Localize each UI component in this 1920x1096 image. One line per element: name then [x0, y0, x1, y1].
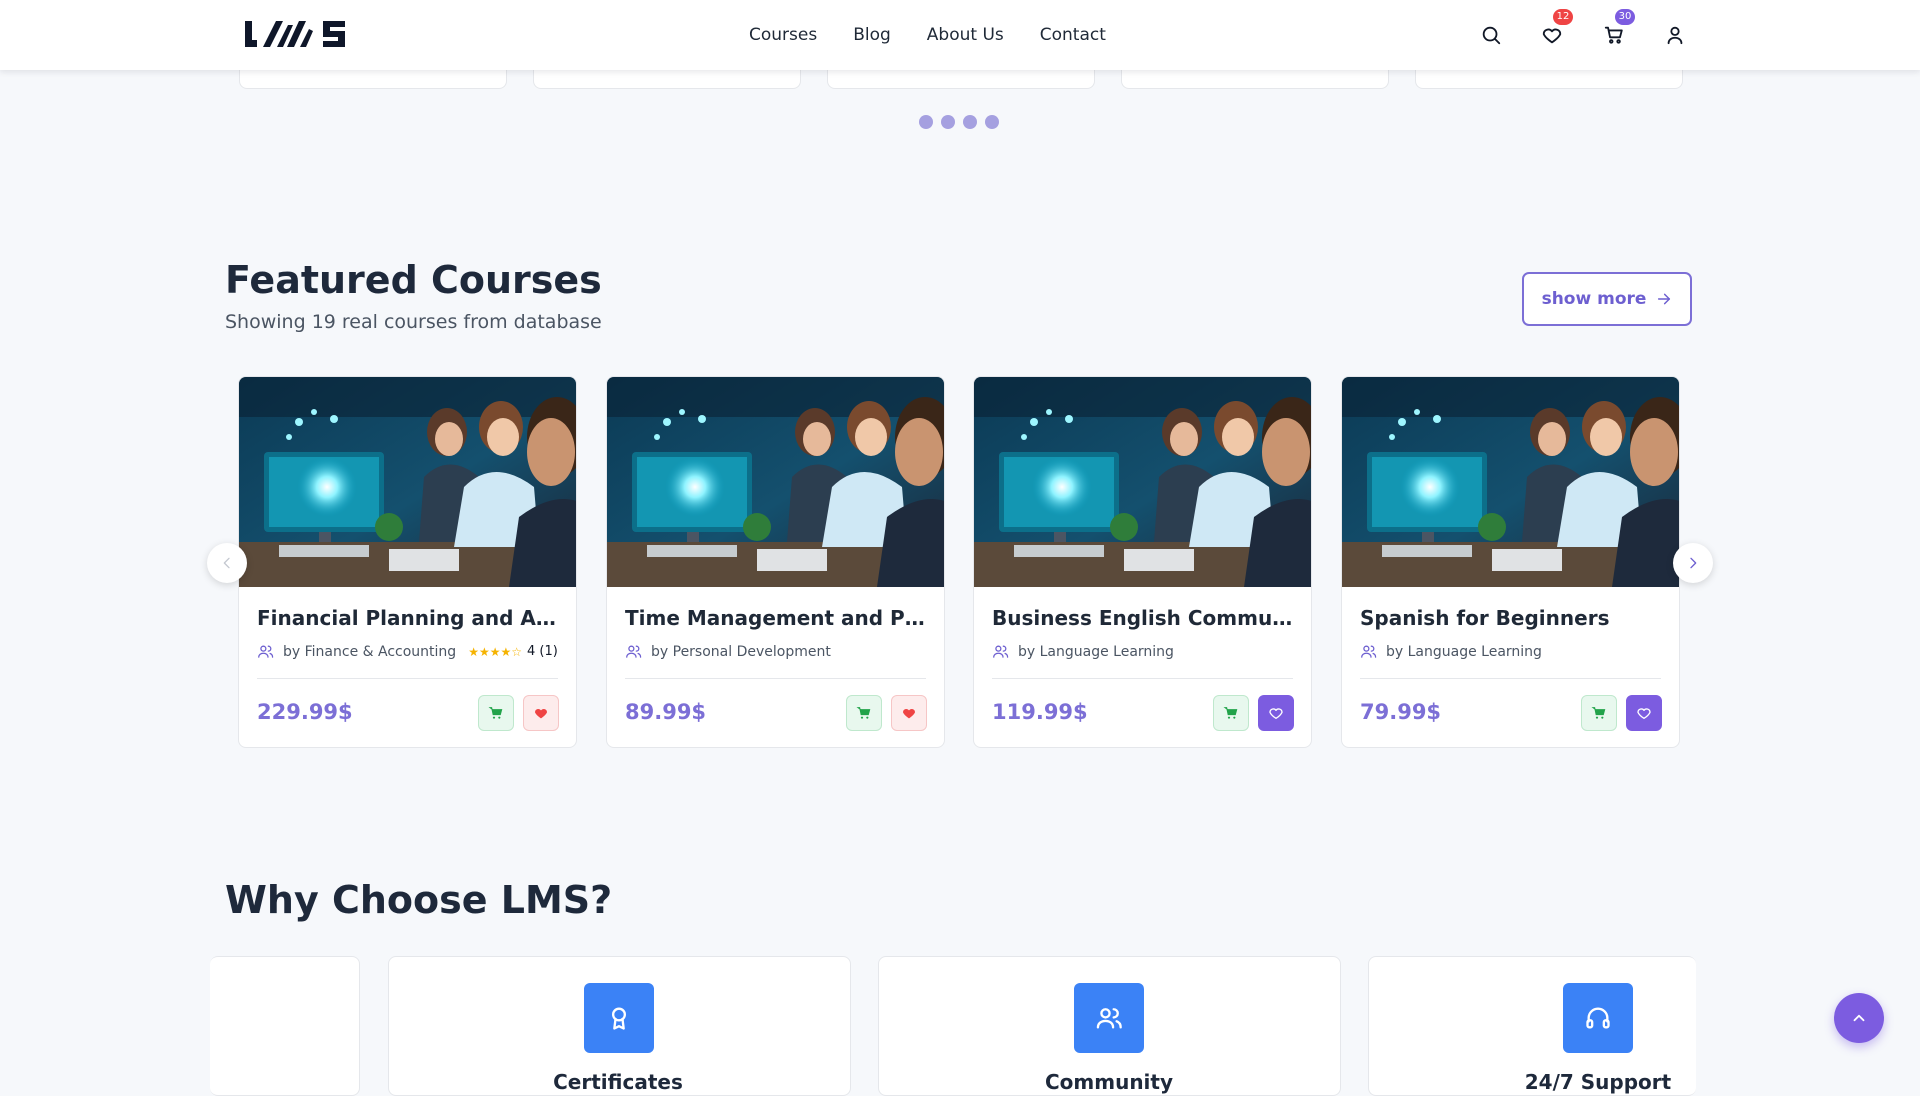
course-thumbnail: [1342, 377, 1679, 587]
course-card[interactable]: Time Management and Productivity by Pers…: [606, 376, 945, 748]
course-title[interactable]: Time Management and Productivity: [625, 605, 930, 631]
course-title[interactable]: Spanish for Beginners: [1360, 605, 1665, 631]
add-to-cart-button[interactable]: [1581, 695, 1617, 731]
course-meta: by Language Learning: [992, 643, 1174, 660]
show-more-label: show more: [1541, 289, 1647, 309]
course-meta: by Finance & Accounting ★★★★☆ 4 (1): [257, 643, 558, 660]
course-meta: by Language Learning: [1360, 643, 1542, 660]
course-category: by Language Learning: [1018, 643, 1174, 660]
headphones-icon: [1563, 983, 1633, 1053]
heart-outline-icon: [1269, 708, 1283, 719]
feature-label: Certificates: [553, 1070, 683, 1094]
users-icon: [626, 645, 642, 658]
feature-label: Community: [1044, 1070, 1174, 1094]
wishlisted-button[interactable]: [1258, 695, 1294, 731]
wishlist-button[interactable]: 12: [1539, 9, 1573, 48]
featured-courses-subtitle: Showing 19 real courses from database: [225, 311, 602, 333]
divider: [625, 678, 926, 679]
rating-stars-icon: ★★★★☆: [468, 644, 522, 659]
cart-icon: [1223, 707, 1238, 719]
scroll-to-top-button[interactable]: [1834, 993, 1884, 1043]
cart-icon: [1591, 707, 1606, 719]
course-title[interactable]: Financial Planning and Analysis: [257, 605, 562, 631]
course-thumbnail: [239, 377, 576, 587]
cart-icon: [856, 707, 871, 719]
carousel-dot[interactable]: [985, 115, 999, 129]
heart-icon: [535, 709, 547, 719]
users-icon: [258, 645, 274, 658]
heart-icon: [903, 709, 915, 719]
main-nav: Courses Blog About Us Contact: [749, 23, 1142, 47]
divider: [257, 678, 558, 679]
feature-label: 24/7 Support: [1524, 1070, 1672, 1094]
course-meta: by Personal Development: [625, 643, 831, 660]
carousel-next-button[interactable]: [1673, 543, 1713, 583]
user-icon[interactable]: [1662, 22, 1688, 48]
course-card[interactable]: Spanish for Beginners by Language Learni…: [1341, 376, 1680, 748]
cart-icon: [488, 707, 503, 719]
course-price: 89.99$: [625, 700, 707, 724]
course-price: 119.99$: [992, 700, 1088, 724]
add-to-cart-button[interactable]: [846, 695, 882, 731]
feature-card: [210, 956, 360, 1096]
chevron-left-icon: [223, 557, 230, 569]
users-icon: [993, 645, 1009, 658]
award-icon: [584, 983, 654, 1053]
rating-value: 4 (1): [526, 644, 558, 659]
add-to-cart-button[interactable]: [1213, 695, 1249, 731]
nav-contact[interactable]: Contact: [1040, 23, 1106, 47]
search-icon[interactable]: [1478, 22, 1504, 48]
course-card[interactable]: Financial Planning and Analysis by Finan…: [238, 376, 577, 748]
users-icon: [1361, 645, 1377, 658]
course-price: 79.99$: [1360, 700, 1442, 724]
carousel-pagination: [919, 115, 999, 129]
divider: [992, 678, 1293, 679]
course-title[interactable]: Business English Communication: [992, 605, 1297, 631]
course-thumbnail: [607, 377, 944, 587]
navbar: Courses Blog About Us Contact 12 30: [0, 0, 1920, 70]
nav-blog[interactable]: Blog: [853, 23, 891, 47]
chevron-up-icon: [1853, 1014, 1865, 1022]
course-category: by Language Learning: [1386, 643, 1542, 660]
add-to-wishlist-button[interactable]: [891, 695, 927, 731]
arrow-right-icon: [1658, 293, 1671, 305]
cart-button[interactable]: 30: [1601, 9, 1635, 48]
show-more-button[interactable]: show more: [1522, 272, 1692, 326]
wishlisted-button[interactable]: [1626, 695, 1662, 731]
carousel-dot[interactable]: [941, 115, 955, 129]
chevron-right-icon: [1690, 557, 1697, 569]
course-category: by Finance & Accounting: [283, 643, 457, 660]
course-category: by Personal Development: [651, 643, 831, 660]
heart-icon: [1542, 28, 1562, 44]
featured-courses-title: Featured Courses: [225, 258, 602, 302]
course-thumbnail: [974, 377, 1311, 587]
carousel-dot[interactable]: [919, 115, 933, 129]
carousel-prev-button[interactable]: [207, 543, 247, 583]
nav-about-us[interactable]: About Us: [927, 23, 1004, 47]
lms-logo[interactable]: [243, 17, 349, 53]
carousel-dot[interactable]: [963, 115, 977, 129]
nav-courses[interactable]: Courses: [749, 23, 817, 47]
wishlist-count-badge: 12: [1553, 9, 1573, 25]
cart-icon: [1604, 26, 1623, 44]
users-icon: [1074, 983, 1144, 1053]
heart-outline-icon: [1637, 708, 1651, 719]
cart-count-badge: 30: [1615, 9, 1635, 25]
course-card[interactable]: Business English Communication by Langua…: [973, 376, 1312, 748]
add-to-cart-button[interactable]: [478, 695, 514, 731]
add-to-wishlist-button[interactable]: [523, 695, 559, 731]
course-price: 229.99$: [257, 700, 353, 724]
divider: [1360, 678, 1661, 679]
why-choose-title: Why Choose LMS?: [225, 878, 613, 922]
